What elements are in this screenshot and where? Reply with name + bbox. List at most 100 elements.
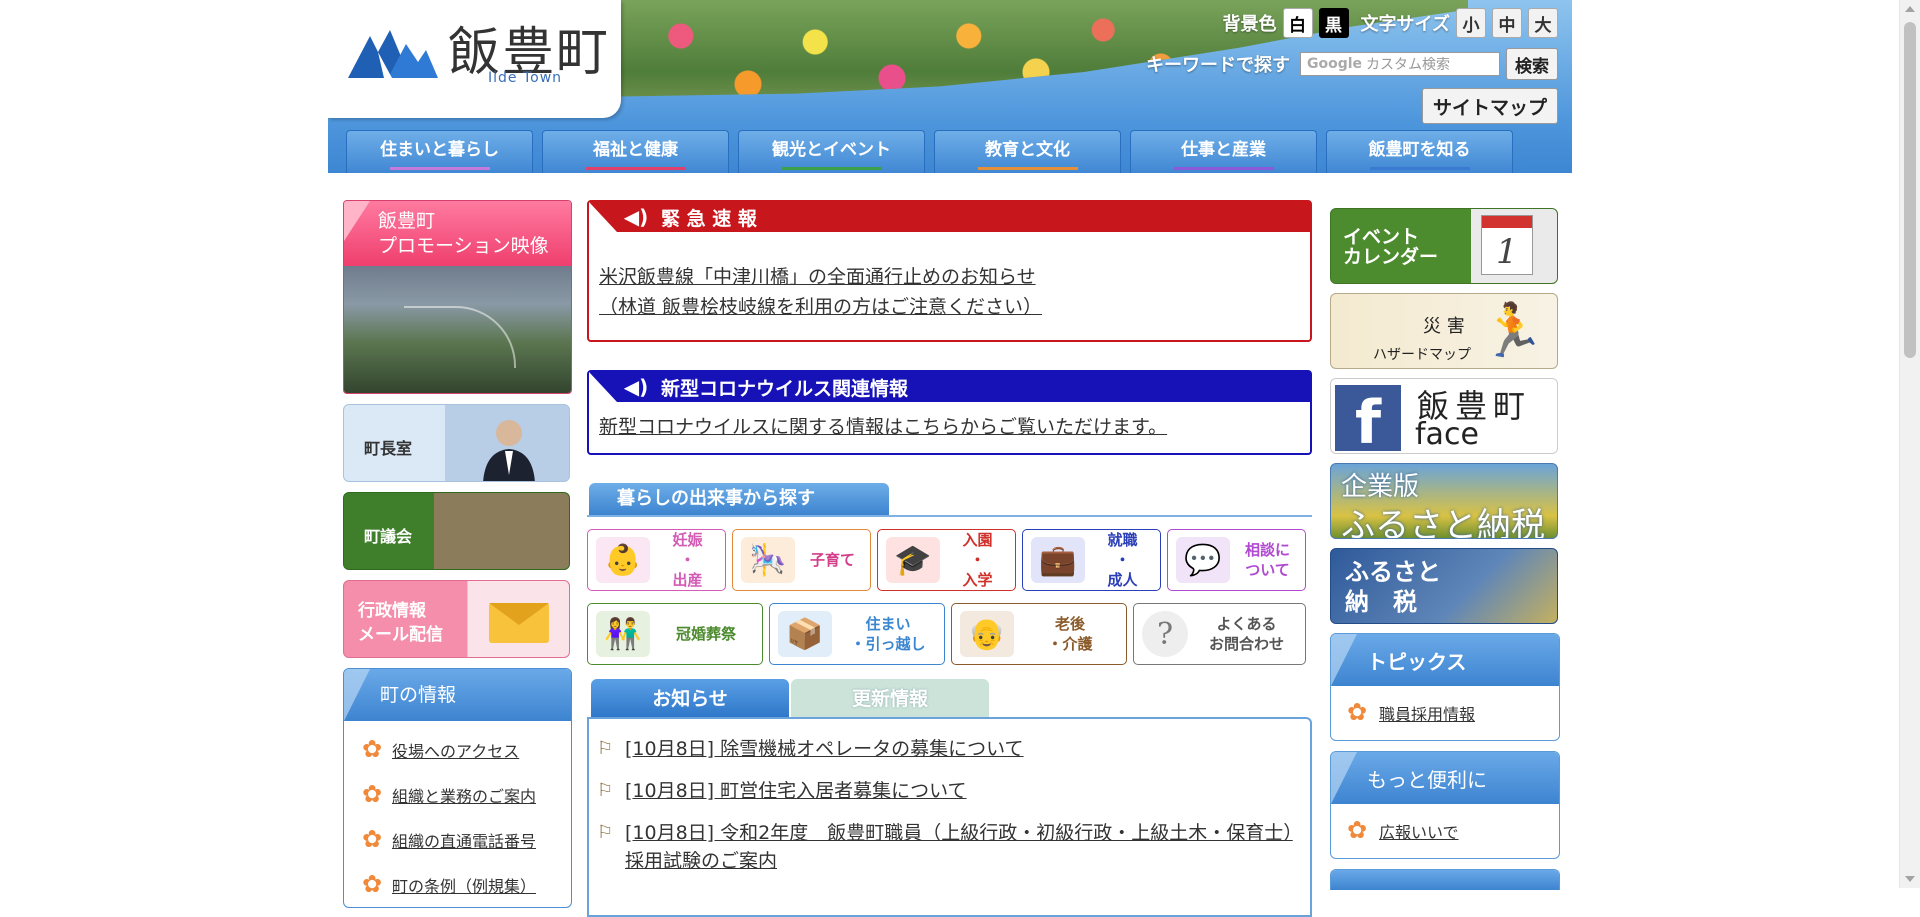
tax-label: ふるさと納 税 (1345, 557, 1441, 617)
alert-line1: 米沢飯豊線「中津川橋」の全面通行止めのお知らせ (599, 266, 1036, 288)
town-info-list: 役場へのアクセス 組織と業務のご案内 組織の直通電話番号 町の条例（例規集） (344, 721, 571, 907)
font-size-small-button[interactable]: 小 (1456, 8, 1486, 38)
logo-mark-icon (348, 30, 438, 78)
list-item[interactable]: 広報いいで (1331, 804, 1559, 858)
life-ceremonies[interactable]: 👫 冠婚葬祭 (587, 603, 763, 665)
event-line2: カレンダー (1343, 246, 1439, 268)
list-item[interactable]: 役場へのアクセス (344, 727, 571, 772)
tile-label: 住まい ・引っ越し (850, 615, 926, 653)
header-corner (1331, 752, 1357, 804)
town-info-title: 町の情報 (344, 669, 571, 721)
list-item[interactable]: 職員採用情報 (1331, 686, 1559, 740)
next-box (1330, 869, 1560, 890)
tile-label: 就職・成人 (1107, 531, 1138, 589)
flag-icon: ⚐ (597, 822, 614, 843)
emergency-alert-header: ◀) 緊 急 速 報 (589, 202, 1310, 232)
consultation-icon: 💬 (1176, 537, 1230, 583)
convenient-title-text: もっと便利に (1367, 768, 1487, 792)
news-item[interactable]: ⚐ [10月8日] 令和2年度 飯豊町職員（上級行政・初級行政・上級土木・保育士）… (597, 819, 1300, 875)
life-elderly-care[interactable]: 👴 老後 ・介護 (951, 603, 1127, 665)
gnav-label: 住まいと暮らし (380, 140, 499, 160)
mayor-office-banner[interactable]: 町長室 (343, 404, 570, 482)
corona-info-header: ◀) 新型コロナウイルス関連情報 (589, 372, 1310, 402)
gnav-about[interactable]: 飯豊町を知る (1326, 130, 1513, 173)
promotion-video-banner[interactable]: 飯豊町 プロモーション映像 (343, 200, 572, 394)
gnav-underline (977, 167, 1078, 170)
tab-updates[interactable]: 更新情報 (791, 679, 989, 717)
list-item-label: 役場へのアクセス (392, 741, 520, 761)
tile-label: 妊娠・出産 (672, 531, 703, 589)
hazard-map-banner[interactable]: 災 害 ハザードマップ 🏃 (1330, 293, 1558, 369)
header-corner (589, 372, 617, 402)
corporate-furusato-banner[interactable]: 企業版 ふるさと納税 (1330, 463, 1558, 539)
lily-icon (362, 825, 384, 853)
gnav-label: 教育と文化 (985, 140, 1070, 160)
scrollbar-thumb[interactable] (1904, 22, 1916, 358)
gnav-tourism[interactable]: 観光とイベント (738, 130, 925, 173)
gnav-welfare[interactable]: 福祉と健康 (542, 130, 729, 173)
promo-road (404, 306, 516, 368)
sitemap-button[interactable]: サイトマップ (1421, 88, 1558, 124)
site-header: 飯豊町 Iide Town 背景色 白 黒 文字サイズ 小 中 大 キーワードで… (328, 0, 1572, 173)
list-item[interactable]: 組織の直通電話番号 (344, 817, 571, 862)
bg-white-button[interactable]: 白 (1282, 8, 1313, 38)
news-item-text: [10月8日] 令和2年度 飯豊町職員（上級行政・初級行政・上級土木・保育士）採… (625, 822, 1293, 872)
search-input[interactable]: Google カスタム検索 (1300, 52, 1500, 76)
lily-icon (1347, 698, 1369, 726)
mail-line1: 行政情報 (358, 601, 426, 621)
promo-header: 飯豊町 プロモーション映像 (344, 201, 571, 266)
scroll-up-icon[interactable] (1905, 6, 1915, 12)
life-faq[interactable]: ? よくある お問合わせ (1133, 603, 1306, 665)
vertical-scrollbar[interactable] (1899, 0, 1920, 888)
list-item[interactable]: 町の条例（例規集） (344, 862, 571, 907)
news-item[interactable]: ⚐ [10月8日] 除雪機械オペレータの募集について (597, 735, 1300, 763)
life-pregnancy-birth[interactable]: 👶 妊娠・出産 (587, 529, 726, 591)
speaker-icon: ◀) (623, 205, 649, 229)
tile-label: 入園・入学 (962, 531, 993, 589)
question-icon: ? (1142, 611, 1188, 657)
site-logo[interactable]: 飯豊町 Iide Town (328, 0, 621, 118)
town-council-banner[interactable]: 町議会 (343, 492, 570, 570)
life-employment-adulthood[interactable]: 💼 就職・成人 (1022, 529, 1161, 591)
mayor-label: 町長室 (364, 439, 413, 458)
emergency-alert-link[interactable]: 米沢飯豊線「中津川橋」の全面通行止めのお知らせ （林道 飯豊桧枝岐線を利用の方は… (589, 232, 1310, 340)
life-consultation[interactable]: 💬 相談に ついて (1167, 529, 1306, 591)
bg-black-button[interactable]: 黒 (1318, 8, 1349, 38)
hazard-line2: ハザードマップ (1373, 347, 1471, 363)
life-school-entry[interactable]: 🎓 入園・入学 (877, 529, 1016, 591)
font-size-large-button[interactable]: 大 (1528, 8, 1558, 38)
lily-icon (362, 780, 384, 808)
tile-label: 子育て (809, 551, 855, 569)
life-childcare[interactable]: 🎠 子育て (732, 529, 871, 591)
header-corner (344, 669, 370, 721)
facebook-banner[interactable]: f 飯豊町 face book (1330, 378, 1558, 454)
facebook-icon: f (1335, 385, 1401, 453)
mail-line2: メール配信 (358, 625, 443, 645)
promo-line1: 飯豊町 (378, 210, 436, 232)
list-item[interactable]: 組織と業務のご案内 (344, 772, 571, 817)
event-calendar-banner[interactable]: イベント カレンダー 1 (1330, 208, 1558, 284)
list-item-label: 組織の直通電話番号 (392, 831, 537, 851)
convenient-box: もっと便利に 広報いいで (1330, 751, 1560, 859)
elderly-care-icon: 👴 (960, 611, 1014, 657)
search-button[interactable]: 検索 (1506, 48, 1558, 80)
font-size-medium-button[interactable]: 中 (1492, 8, 1522, 38)
gnav-label: 観光とイベント (772, 140, 891, 160)
scroll-down-icon[interactable] (1905, 876, 1915, 882)
list-item-label: 職員採用情報 (1379, 705, 1476, 724)
gnav-housing[interactable]: 住まいと暮らし (346, 130, 533, 173)
news-item[interactable]: ⚐ [10月8日] 町営住宅入居者募集について (597, 777, 1300, 805)
topics-title: トピックス (1331, 634, 1559, 686)
life-events-row-1: 👶 妊娠・出産 🎠 子育て 🎓 入園・入学 💼 就職・成人 💬 相談に ついて (587, 529, 1312, 591)
life-housing-moving[interactable]: 📦 住まい ・引っ越し (769, 603, 945, 665)
corona-info-link[interactable]: 新型コロナウイルスに関する情報はこちらからご覧いただけます。 (589, 402, 1310, 453)
calendar-icon: 1 (1481, 215, 1533, 275)
gnav-work[interactable]: 仕事と産業 (1130, 130, 1317, 173)
flag-icon: ⚐ (597, 738, 614, 759)
tab-news[interactable]: お知らせ (591, 679, 789, 717)
mail-delivery-banner[interactable]: 行政情報 メール配信 (343, 580, 570, 658)
promo-line2: プロモーション映像 (378, 235, 549, 257)
gnav-underline (585, 167, 686, 170)
furusato-tax-banner[interactable]: ふるさと納 税 (1330, 548, 1558, 624)
gnav-education[interactable]: 教育と文化 (934, 130, 1121, 173)
